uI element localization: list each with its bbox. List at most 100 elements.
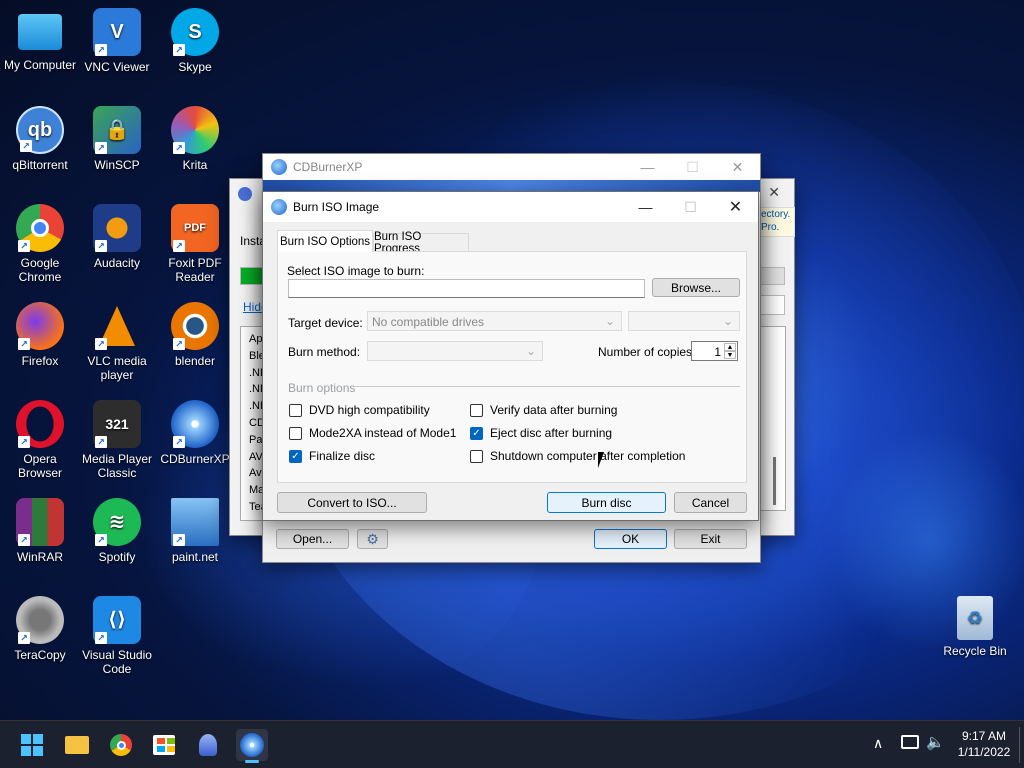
browse-button[interactable]: Browse... [652, 278, 740, 297]
desktop-icon-recycle-bin[interactable]: ♻ Recycle Bin [935, 596, 1015, 658]
desktop-icon-label: WinRAR [16, 550, 63, 564]
store-icon [153, 735, 175, 755]
desktop-icon-label: qBittorrent [12, 158, 68, 172]
volume-icon[interactable]: 🔈 [926, 733, 945, 751]
chrome-icon [110, 734, 132, 756]
taskbar: ∧ 🔈 9:17 AM 1/11/2022 [0, 720, 1024, 768]
mouse-cursor-icon [598, 452, 612, 468]
checkbox-box [289, 426, 302, 440]
info-banner: ectory. Pro. [758, 207, 795, 237]
desktop-icon-winrar[interactable]: ↗ WinRAR [0, 498, 80, 564]
desktop-icon-firefox[interactable]: ↗ Firefox [0, 302, 80, 368]
desktop-icon-opera[interactable]: ↗ Opera Browser [0, 400, 80, 480]
select-iso-label: Select ISO image to burn: [287, 264, 425, 278]
desktop-icon-label: Recycle Bin [943, 644, 1007, 658]
desktop-icon-vlc[interactable]: ↗ VLC media player [77, 302, 157, 382]
taskbar-installer[interactable] [192, 729, 224, 761]
desktop-icon-audacity[interactable]: ↗ Audacity [77, 204, 157, 270]
desktop-icon-label: VNC Viewer [84, 60, 150, 74]
ok-button[interactable]: OK [594, 529, 667, 549]
checkbox-verify-data[interactable]: Verify data after burning [470, 403, 617, 417]
desktop-icon-paintnet[interactable]: ↗ paint.net [155, 498, 235, 564]
tab-panel: Select ISO image to burn: Browse... Targ… [277, 251, 747, 483]
chevron-down-icon: ⌄ [604, 314, 615, 328]
desktop-icon-mpc[interactable]: 321 ↗ Media Player Classic [77, 400, 157, 480]
bar-fill [760, 267, 785, 285]
desktop-icon-spotify[interactable]: ≋ ↗ Spotify [77, 498, 157, 564]
desktop-icon-google-chrome[interactable]: ↗ Google Chrome [0, 204, 80, 284]
checkbox-mode2xa[interactable]: Mode2XA instead of Mode1 [289, 426, 456, 440]
desktop-icon-blender[interactable]: ↗ blender [155, 302, 235, 368]
desktop-icon-label: paint.net [171, 550, 219, 564]
winscp-icon: 🔒 ↗ [93, 106, 141, 154]
mpc-icon: 321 ↗ [93, 400, 141, 448]
settings-button[interactable]: ⚙ [357, 529, 388, 549]
iso-path-input[interactable] [288, 279, 645, 298]
minimize-icon[interactable]: — [623, 192, 668, 222]
desktop-icon-label: Foxit PDF Reader [168, 256, 222, 284]
target-device-select[interactable]: No compatible drives ⌄ [367, 311, 622, 331]
desktop-icon-vscode[interactable]: ⟨⟩ ↗ Visual Studio Code [77, 596, 157, 676]
checkbox-finalize-disc[interactable]: ✓ Finalize disc [289, 449, 375, 463]
desktop-icon-krita[interactable]: ↗ Krita [155, 106, 235, 172]
target-device-label: Target device: [288, 316, 363, 330]
desktop-icon-vnc-viewer[interactable]: V ↗ VNC Viewer [77, 8, 157, 74]
tab-burn-iso-progress[interactable]: Burn ISO Progress [373, 231, 469, 255]
windows-icon [21, 734, 43, 756]
close-icon[interactable]: ✕ [715, 154, 760, 180]
desktop-icon-teracopy[interactable]: ↗ TeraCopy [0, 596, 80, 662]
burn-options-header: Burn options [288, 381, 356, 395]
convert-to-iso-button[interactable]: Convert to ISO... [277, 492, 427, 513]
desktop-icon-foxit[interactable]: PDF ↗ Foxit PDF Reader [155, 204, 235, 284]
audacity-icon: ↗ [93, 204, 141, 252]
copies-stepper[interactable]: 1 ▲ ▼ [691, 341, 738, 361]
speed-select[interactable]: ⌄ [628, 311, 740, 331]
scrollbar-thumb[interactable] [773, 457, 776, 505]
maximize-icon[interactable]: ☐ [668, 192, 713, 222]
dialog-title: Burn ISO Image [293, 200, 380, 214]
taskbar-store[interactable] [148, 729, 180, 761]
desktop-icon-skype[interactable]: S ↗ Skype [155, 8, 235, 74]
burn-disc-button[interactable]: Burn disc [547, 492, 666, 513]
network-icon[interactable] [901, 735, 919, 749]
exit-button[interactable]: Exit [674, 529, 747, 549]
checkbox-label: Shutdown computer after completion [490, 449, 686, 463]
clock[interactable]: 9:17 AM 1/11/2022 [952, 728, 1016, 760]
minimize-icon[interactable]: — [625, 154, 670, 180]
taskbar-file-explorer[interactable] [61, 729, 93, 761]
desktop-icon-label: Visual Studio Code [82, 648, 152, 676]
opera-icon: ↗ [16, 400, 64, 448]
desktop-icon-my-computer[interactable]: My Computer [0, 8, 80, 72]
cancel-button[interactable]: Cancel [674, 492, 747, 513]
down-arrow-icon[interactable]: ▼ [724, 351, 736, 359]
open-button[interactable]: Open... [276, 529, 349, 549]
taskbar-chrome[interactable] [105, 729, 137, 761]
desktop-icon-cdburnerxp[interactable]: ↗ CDBurnerXP [155, 400, 235, 466]
recycle-bin-icon: ♻ [957, 596, 993, 640]
checkbox-dvd-high-compat[interactable]: DVD high compatibility [289, 403, 430, 417]
chevron-up-icon[interactable]: ∧ [873, 735, 883, 752]
blender-icon: ↗ [171, 302, 219, 350]
close-icon[interactable]: ✕ [768, 184, 780, 201]
burn-method-select[interactable]: ⌄ [367, 341, 543, 361]
foxit-icon: PDF ↗ [171, 204, 219, 252]
burn-method-label: Burn method: [288, 345, 361, 359]
tab-burn-iso-options[interactable]: Burn ISO Options [277, 230, 373, 252]
taskbar-cdburnerxp[interactable] [236, 729, 268, 763]
close-icon[interactable]: ✕ [713, 192, 758, 222]
desktop-icon-winscp[interactable]: 🔒 ↗ WinSCP [77, 106, 157, 172]
show-desktop-button[interactable] [1019, 727, 1020, 763]
desktop-icon-label: Firefox [21, 354, 59, 368]
up-arrow-icon[interactable]: ▲ [724, 343, 736, 351]
desktop-icon-label: Media Player Classic [81, 452, 153, 480]
maximize-icon[interactable]: ☐ [670, 154, 715, 180]
desktop-icon-label: CDBurnerXP [160, 452, 230, 466]
desktop-icon-qbittorrent[interactable]: qb ↗ qBittorrent [0, 106, 80, 172]
checkbox-box [470, 449, 483, 463]
copies-value: 1 [714, 345, 721, 359]
checkbox-eject-disc[interactable]: ✓ Eject disc after burning [470, 426, 612, 440]
checkbox-label: Mode2XA instead of Mode1 [309, 426, 457, 440]
vnc-icon: V ↗ [93, 8, 141, 56]
checkbox-shutdown[interactable]: Shutdown computer after completion [470, 449, 685, 463]
start-button[interactable] [16, 729, 48, 761]
